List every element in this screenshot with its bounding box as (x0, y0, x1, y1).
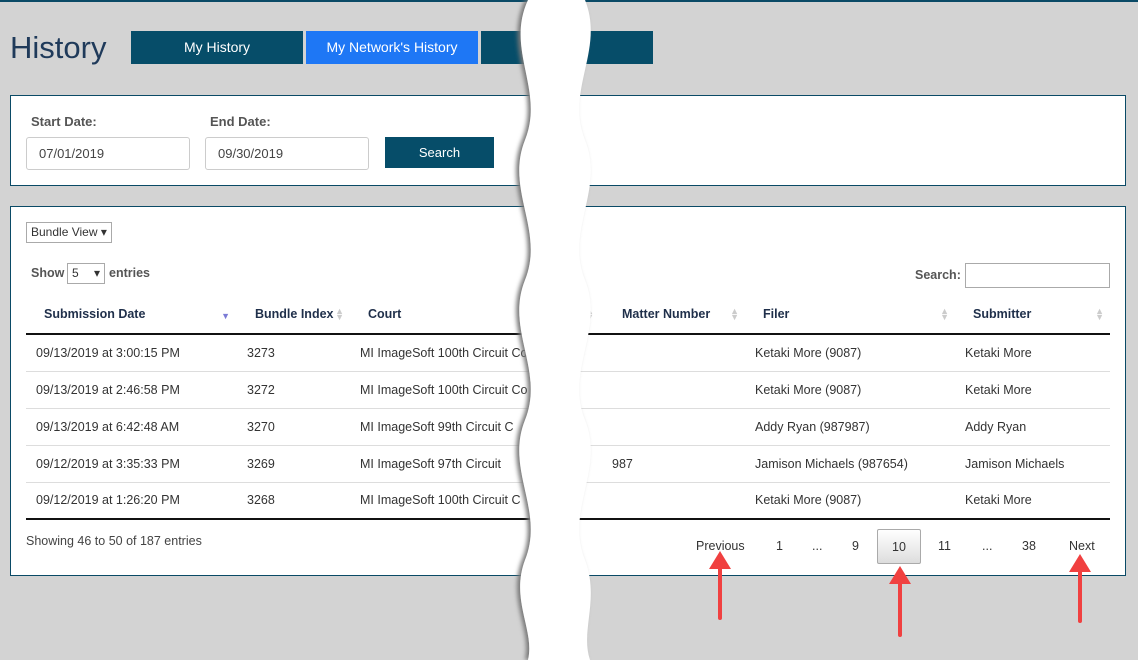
torn-paper-divider (519, 0, 591, 660)
annotation-arrow-previous (709, 551, 731, 620)
annotation-arrow-current-page (889, 566, 911, 637)
annotation-arrow-next (1069, 554, 1091, 623)
